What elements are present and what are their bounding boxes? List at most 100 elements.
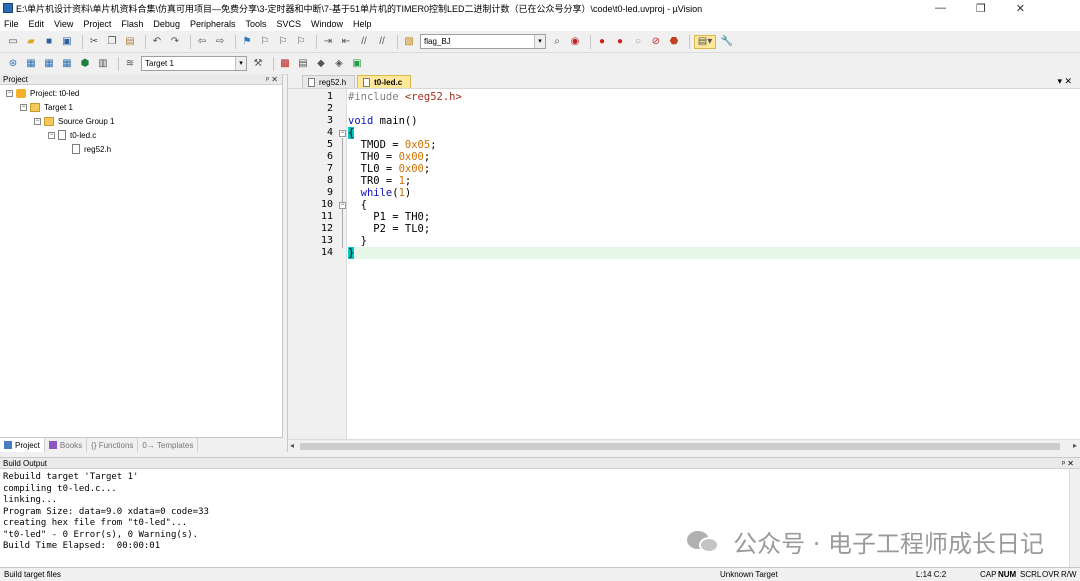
tree-item-t0-led-c[interactable]: − t0-led.c	[48, 129, 96, 141]
tree-item-reg52-h[interactable]: reg52.h	[72, 143, 111, 155]
tab-project[interactable]: Project	[0, 438, 45, 452]
comment-icon[interactable]: //	[357, 35, 371, 49]
chevron-down-icon[interactable]: ▾	[534, 35, 545, 48]
tab-t0-led-c[interactable]: t0-led.c	[357, 75, 412, 88]
tree-item-source-group[interactable]: − Source Group 1	[34, 115, 114, 127]
indent-icon[interactable]: ⇥	[321, 35, 335, 49]
chevron-down-icon[interactable]: ▾	[235, 57, 246, 70]
code-text: TR0 =	[348, 175, 399, 187]
translate-icon[interactable]: ⊛	[6, 57, 20, 71]
find-combo[interactable]: flag_BJ ▾	[420, 34, 546, 49]
build-line: "t0-led" - 0 Error(s), 0 Warning(s).	[3, 529, 199, 540]
incremental-find-icon[interactable]: ⌕	[550, 35, 564, 49]
collapse-icon[interactable]: −	[34, 117, 41, 125]
code-editor[interactable]: 1 2 3 4 5 6 7 8 9 10 11 12 13 14 − − #in…	[288, 89, 1080, 439]
tree-item-project[interactable]: − Project: t0-led	[6, 87, 79, 99]
menu-window[interactable]: Window	[311, 19, 343, 29]
status-scrl: SCRL	[1020, 570, 1042, 579]
clear-bookmarks-icon[interactable]: ⚐	[294, 35, 308, 49]
horizontal-scrollbar[interactable]: ◂ ▸	[288, 439, 1080, 452]
collapse-icon[interactable]: −	[20, 103, 27, 111]
undo-icon[interactable]: ↶	[150, 35, 164, 49]
start-debug-icon[interactable]: ●	[595, 35, 609, 49]
menu-svcs[interactable]: SVCS	[277, 19, 302, 29]
download-icon[interactable]: ⬢	[78, 57, 92, 71]
rebuild-icon[interactable]: ▦	[42, 57, 56, 71]
tab-reg52-h[interactable]: reg52.h	[302, 75, 356, 88]
copy-icon[interactable]: ❐	[105, 35, 119, 49]
tree-item-target[interactable]: − Target 1	[20, 101, 73, 113]
code-line-9: while(1)	[348, 187, 412, 199]
configure-icon[interactable]: 🔧	[720, 35, 734, 49]
menu-help[interactable]: Help	[353, 19, 372, 29]
next-bookmark-icon[interactable]: ⚐	[276, 35, 290, 49]
target-combo[interactable]: Target 1 ▾	[141, 56, 247, 71]
file-extensions-icon[interactable]: ▤	[296, 57, 310, 71]
save-icon[interactable]: ■	[42, 35, 56, 49]
open-file-icon[interactable]: ▰	[24, 35, 38, 49]
pane-controls[interactable]: ᵖ ✕	[1062, 459, 1074, 468]
menu-project[interactable]: Project	[83, 19, 111, 29]
tab-books[interactable]: Books	[45, 438, 88, 452]
breakpoint-icon[interactable]: ●	[613, 35, 627, 49]
bookmark-icon[interactable]: ⚑	[240, 35, 254, 49]
code-text: P1 = TH0;	[348, 211, 431, 223]
collapse-icon[interactable]: −	[48, 131, 55, 139]
target-options-icon[interactable]: ⚒	[251, 57, 265, 71]
restore-button[interactable]: ❐	[976, 2, 986, 15]
uncomment-icon[interactable]: //	[375, 35, 389, 49]
redo-icon[interactable]: ↷	[168, 35, 182, 49]
navigate-forward-icon[interactable]: ⇨	[213, 35, 227, 49]
find-in-files-icon[interactable]: ▧	[402, 35, 416, 49]
prev-bookmark-icon[interactable]: ⚐	[258, 35, 272, 49]
tab-functions[interactable]: {} Functions	[87, 438, 139, 452]
save-all-icon[interactable]: ▣	[60, 35, 74, 49]
close-button[interactable]: ✕	[1016, 2, 1025, 15]
menu-edit[interactable]: Edit	[29, 19, 45, 29]
run-time-environment-icon[interactable]: ▣	[350, 57, 364, 71]
code-line-4: {	[348, 127, 355, 139]
window-layout-icon[interactable]: ▤▾	[694, 34, 716, 49]
build-line: linking...	[3, 495, 58, 505]
menu-flash[interactable]: Flash	[121, 19, 143, 29]
scroll-left-icon[interactable]: ◂	[290, 441, 294, 450]
build-line: Program Size: data=9.0 xdata=0 code=33	[3, 506, 209, 517]
kill-all-breakpoints-icon[interactable]: ⬣	[667, 35, 681, 49]
menu-debug[interactable]: Debug	[153, 19, 180, 29]
scrollbar-thumb[interactable]	[300, 443, 1060, 450]
toolbar-separator	[273, 56, 274, 71]
pane-controls[interactable]: ᵖ ✕	[266, 75, 278, 84]
build-icon[interactable]: ▦	[24, 57, 38, 71]
menu-file[interactable]: File	[4, 19, 19, 29]
disable-breakpoint-icon[interactable]: ○	[631, 35, 645, 49]
find-icon[interactable]: ◉	[568, 35, 582, 49]
vertical-scrollbar[interactable]	[1069, 469, 1080, 568]
unindent-icon[interactable]: ⇤	[339, 35, 353, 49]
select-packs-icon[interactable]: ◆	[314, 57, 328, 71]
new-file-icon[interactable]: ▭	[6, 35, 20, 49]
build-output-header: Build Output ᵖ ✕	[0, 458, 1080, 469]
scroll-right-icon[interactable]: ▸	[1073, 441, 1077, 450]
menu-peripherals[interactable]: Peripherals	[190, 19, 236, 29]
line-number: 9	[326, 187, 333, 198]
paste-icon[interactable]: ▤	[123, 35, 137, 49]
stop-build-icon[interactable]: ▥	[96, 57, 110, 71]
batch-build-icon[interactable]: ▦	[60, 57, 74, 71]
flash-download-icon[interactable]: ≋	[123, 57, 137, 71]
fold-collapse-icon[interactable]: −	[339, 130, 346, 137]
folder-icon	[44, 116, 54, 126]
number-token: 0x00	[398, 151, 424, 163]
cut-icon[interactable]: ✂	[87, 35, 101, 49]
tab-templates[interactable]: 0→ Templates	[138, 438, 199, 452]
kill-breakpoints-icon[interactable]: ⊘	[649, 35, 663, 49]
menu-view[interactable]: View	[54, 19, 73, 29]
navigate-back-icon[interactable]: ⇦	[195, 35, 209, 49]
collapse-icon[interactable]: −	[6, 89, 13, 97]
editor-tab-controls[interactable]: ▾ ✕	[1057, 76, 1072, 87]
fold-collapse-icon[interactable]: −	[339, 202, 346, 209]
tab-label: Project	[15, 440, 40, 450]
minimize-button[interactable]: —	[935, 2, 946, 15]
menu-tools[interactable]: Tools	[245, 19, 266, 29]
manage-components-icon[interactable]: ▩	[278, 57, 292, 71]
pack-installer-icon[interactable]: ◈	[332, 57, 346, 71]
